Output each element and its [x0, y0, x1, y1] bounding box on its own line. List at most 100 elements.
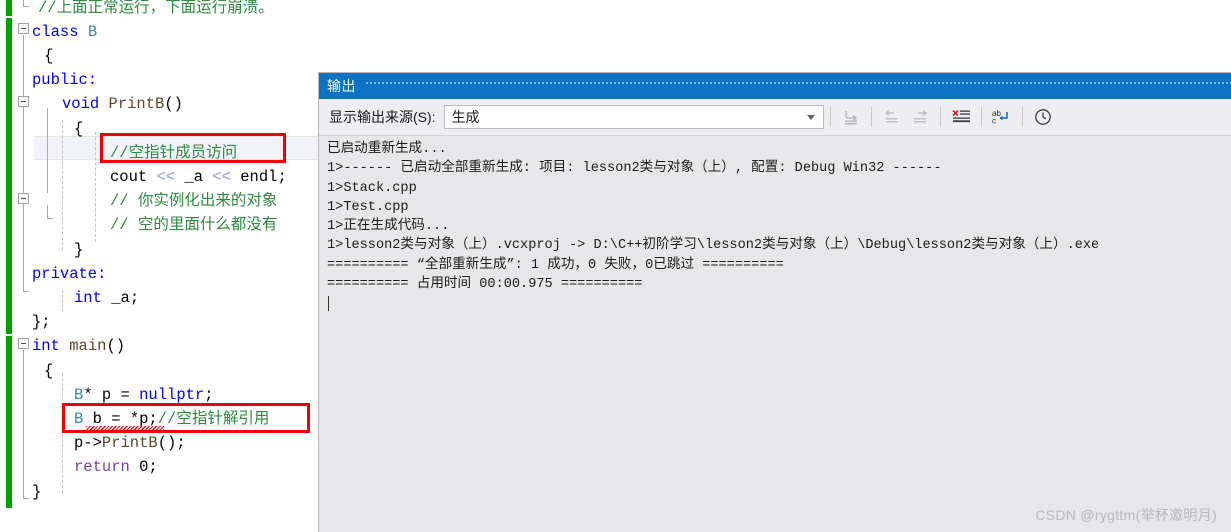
- output-caret: [328, 296, 329, 312]
- output-text-area[interactable]: 已启动重新生成... 1>------ 已启动全部重新生成: 项目: lesson…: [319, 135, 1231, 532]
- code-token: * p =: [83, 385, 140, 404]
- code-line[interactable]: {: [44, 359, 53, 383]
- chevron-down-icon: [806, 114, 815, 120]
- code-token: return: [74, 458, 140, 477]
- arrow-right-icon: [913, 109, 927, 123]
- code-token: //上面正常运行，下面运行崩溃。: [38, 0, 274, 17]
- change-bar-main: [6, 18, 12, 334]
- output-line: 1>正在生成代码...: [327, 219, 450, 235]
- toggle-word-wrap-button[interactable]: ab c: [988, 104, 1016, 130]
- previous-message-button[interactable]: [878, 104, 906, 130]
- code-line[interactable]: };: [32, 310, 51, 334]
- code-token: nullptr: [139, 385, 205, 404]
- code-token: 0;: [139, 458, 158, 477]
- next-message-button[interactable]: [906, 104, 934, 130]
- code-line[interactable]: int main(): [32, 334, 125, 358]
- output-source-dropdown[interactable]: 生成: [443, 105, 824, 129]
- toolbar-separator-5: [1021, 107, 1023, 127]
- code-token: <<: [156, 167, 185, 186]
- output-line: 1>Stack.cpp: [327, 180, 417, 196]
- fold-line-printb: [47, 108, 48, 193]
- code-token: B: [74, 385, 84, 404]
- code-line[interactable]: int _a;: [74, 286, 139, 310]
- csdn-watermark: CSDN @rygttm(举杯邀明月): [1035, 507, 1217, 523]
- output-line: 1>lesson2类与对象（上）.vcxproj -> D:\C++初阶学习\l…: [327, 238, 1100, 254]
- code-line[interactable]: B* p = nullptr;: [74, 383, 214, 407]
- titlebar-drag-handle[interactable]: [366, 73, 1231, 99]
- code-token: B: [87, 22, 98, 41]
- code-token: (): [106, 337, 126, 356]
- output-line: 1>------ 已启动全部重新生成: 项目: lesson2类与对象（上）, …: [327, 161, 942, 177]
- error-squiggle: [86, 426, 164, 430]
- toolbar-separator-1: [829, 107, 831, 127]
- code-line[interactable]: p->PrintB();: [74, 431, 186, 455]
- output-line: 1>Test.cpp: [327, 199, 409, 215]
- output-source-value: 生成: [451, 109, 480, 125]
- code-line[interactable]: // 空的里面什么都没有: [110, 213, 277, 237]
- code-token: private:: [32, 264, 107, 283]
- output-window[interactable]: 输出 显示输出来源(S): 生成 ab c 已启动重新生成... 1>-----…: [318, 72, 1231, 532]
- show-timestamps-button[interactable]: [1029, 104, 1057, 130]
- code-line[interactable]: class B: [32, 20, 97, 44]
- output-window-title: 输出: [327, 78, 356, 94]
- fold-line-printb2: [47, 205, 48, 219]
- output-window-titlebar[interactable]: 输出: [319, 73, 1231, 99]
- code-token: _a;: [111, 288, 140, 307]
- fold-toggle-printb[interactable]: [18, 96, 29, 107]
- clear-all-button[interactable]: [947, 104, 975, 130]
- code-token: int: [32, 337, 70, 356]
- code-token: {: [44, 361, 54, 380]
- arrow-left-icon: [884, 109, 898, 123]
- code-line[interactable]: return 0;: [74, 455, 158, 479]
- code-line[interactable]: private:: [32, 262, 106, 286]
- code-token: <<: [212, 167, 241, 186]
- fold-toggle-printb-body[interactable]: [18, 193, 29, 204]
- indent-guide-1: [62, 120, 63, 250]
- code-token: _a: [184, 167, 213, 186]
- code-token: PrintB: [108, 95, 165, 114]
- toggle-word-wrap-icon: ab c: [992, 109, 1008, 126]
- output-line: ========== “全部重新生成”: 1 成功，0 失败，0已跳过 ====…: [327, 257, 784, 273]
- code-token: p->: [74, 434, 102, 453]
- code-token: B: [74, 409, 84, 428]
- code-line[interactable]: }: [32, 480, 41, 504]
- code-line[interactable]: cout << _a << endl;: [110, 165, 287, 189]
- code-line[interactable]: //上面正常运行，下面运行崩溃。: [38, 0, 274, 20]
- code-token: (): [164, 95, 183, 114]
- change-bar-top: [6, 0, 12, 16]
- output-toolbar[interactable]: 显示输出来源(S): 生成 ab c: [319, 99, 1231, 135]
- indent-guide-4: [62, 373, 63, 493]
- fold-toggle-class-b[interactable]: [18, 23, 29, 34]
- fold-line-class-b: [23, 35, 24, 291]
- change-bar-main2: [6, 336, 12, 508]
- code-token: }: [32, 482, 42, 501]
- code-token: cout: [110, 167, 157, 186]
- code-line[interactable]: public:: [32, 68, 97, 92]
- toolbar-separator-3: [939, 107, 941, 127]
- code-token: //空指针成员访问: [110, 143, 238, 162]
- code-token: {: [44, 46, 54, 65]
- code-line[interactable]: {: [74, 117, 83, 141]
- code-token: }: [74, 240, 84, 259]
- clock-icon: [1034, 109, 1051, 125]
- code-token: public:: [32, 71, 98, 90]
- code-token: PrintB: [101, 434, 158, 453]
- code-token: main: [69, 337, 107, 356]
- code-line[interactable]: }: [74, 238, 83, 262]
- fold-end-top: [23, 6, 29, 7]
- code-line[interactable]: {: [44, 44, 53, 68]
- output-line: 已启动重新生成...: [327, 142, 447, 157]
- fold-end-main: [23, 498, 29, 499]
- clear-all-icon: [951, 109, 970, 123]
- code-line[interactable]: //空指针成员访问: [110, 141, 237, 165]
- toolbar-separator-4: [980, 107, 982, 127]
- code-token: // 你实例化出来的对象: [110, 192, 278, 211]
- fold-end-class-b: [23, 291, 29, 292]
- fold-toggle-main[interactable]: [18, 338, 29, 349]
- code-line[interactable]: // 你实例化出来的对象: [110, 189, 277, 213]
- go-to-message-button[interactable]: [837, 104, 865, 130]
- svg-text:c: c: [992, 117, 996, 126]
- code-token: ();: [157, 434, 186, 453]
- indent-guide-2: [95, 132, 96, 242]
- code-line[interactable]: void PrintB(): [62, 92, 183, 116]
